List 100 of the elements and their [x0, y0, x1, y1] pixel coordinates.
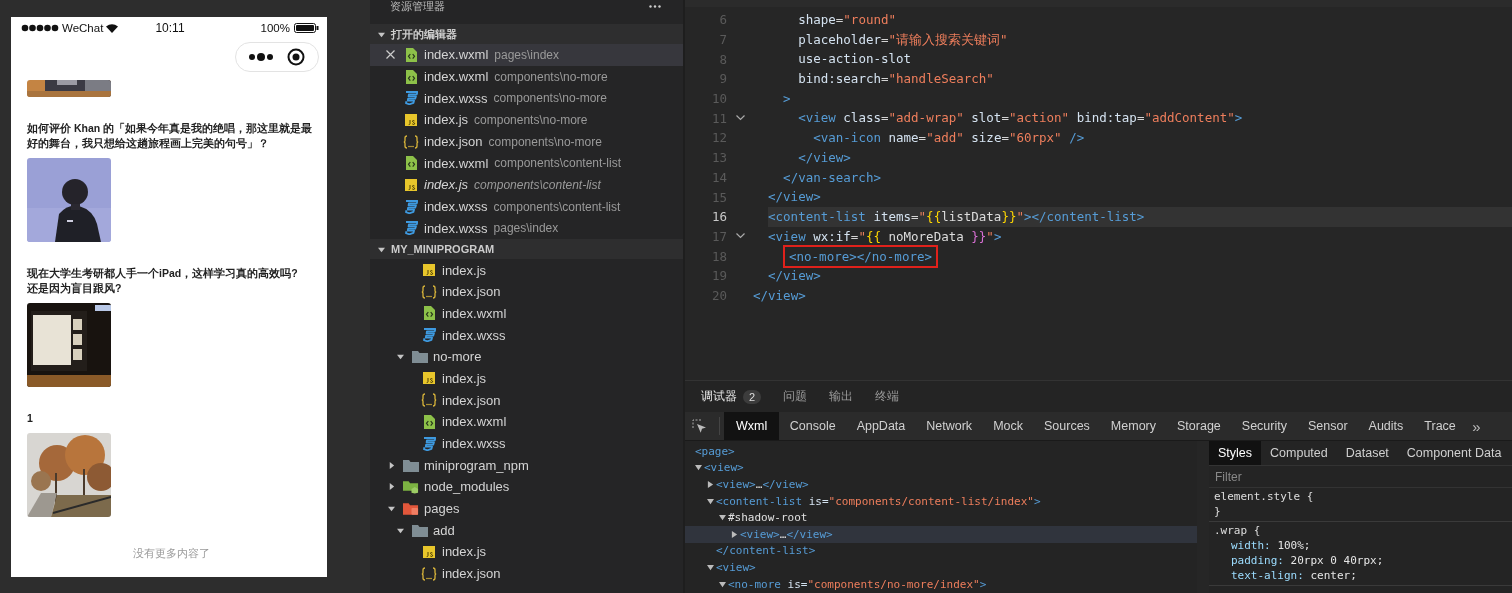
tool-tab[interactable]: Audits	[1358, 412, 1414, 440]
more-tabs-button[interactable]: »	[1472, 417, 1481, 435]
tree-item[interactable]: index.wxss	[370, 324, 683, 346]
tool-tab[interactable]: Console	[779, 412, 847, 440]
stylesheet-icon	[422, 436, 436, 451]
open-editor-item[interactable]: index.js components\no-more	[370, 109, 683, 131]
dom-node[interactable]: <page>	[695, 444, 735, 458]
styles-tab[interactable]: Component Data	[1397, 441, 1511, 465]
open-editor-item[interactable]: index.wxml pages\index	[370, 44, 683, 66]
braces-icon	[421, 284, 437, 299]
script-file-icon	[423, 372, 435, 385]
code-line: <van-icon name="add" size="60rpx" />	[813, 129, 1085, 148]
caret-down-icon	[397, 526, 404, 534]
script-file-icon	[423, 545, 435, 558]
open-editor-item[interactable]: index.wxss components\content-list	[370, 195, 683, 218]
caret-down-icon	[397, 353, 404, 361]
dom-node[interactable]: </content-list>	[716, 544, 816, 558]
tree-item[interactable]: node_modules	[370, 476, 683, 498]
open-editor-item[interactable]: index.js components\content-list	[370, 174, 683, 196]
panel-tab[interactable]: 调试器 2	[701, 388, 762, 405]
folder-icon	[403, 458, 419, 472]
dom-node[interactable]: #shadow-root	[728, 511, 808, 525]
signal-icon	[21, 24, 59, 32]
dom-node[interactable]: <content-list is="components/content-list/index">	[716, 494, 1041, 508]
caret-down-icon[interactable]	[707, 563, 714, 571]
caret-right-icon[interactable]	[731, 530, 738, 538]
code-line: <view class="add-wrap" slot="action" bind:tap="addContent">	[798, 109, 1243, 128]
code-line: bind:search="handleSearch"	[798, 70, 994, 89]
tree-item[interactable]: index.js	[370, 367, 683, 390]
caret-right-icon[interactable]	[707, 481, 714, 488]
styles-tab[interactable]: Styles	[1209, 441, 1262, 465]
caret-down-icon[interactable]	[719, 514, 726, 522]
script-file-icon	[423, 264, 435, 277]
tree-item[interactable]: add	[370, 519, 683, 542]
post-title[interactable]: 如何评价 Khan 的「如果今年真是我的绝唱，那这里就是最好的舞台，我只想给这趟旅程画上完美的句号」？	[27, 121, 315, 151]
inspect-icon[interactable]	[692, 418, 707, 434]
dom-node[interactable]: <view>…</view>	[740, 527, 833, 541]
tool-tab[interactable]: Wxml	[724, 412, 780, 440]
caret-down-icon[interactable]	[695, 464, 702, 472]
caret-down-icon[interactable]	[719, 580, 726, 588]
tree-item[interactable]: index.json	[370, 280, 683, 303]
panel-tab[interactable]: 输出	[829, 388, 854, 405]
braces-icon	[421, 566, 437, 581]
line-number: 16	[710, 209, 727, 225]
open-editor-item[interactable]: index.json components\no-more	[370, 130, 683, 153]
tree-item[interactable]: pages	[370, 497, 683, 520]
tool-tab[interactable]: Security	[1231, 412, 1298, 440]
code-line: use-action-slot	[798, 50, 912, 69]
tree-item[interactable]: no-more	[370, 345, 683, 368]
open-editor-item[interactable]: index.wxss components\no-more	[370, 87, 683, 110]
section-header[interactable]: 打开的编辑器	[370, 24, 683, 44]
tool-tab[interactable]: Memory	[1100, 412, 1167, 440]
caret-right-icon	[388, 483, 395, 491]
more-icon[interactable]	[249, 53, 273, 61]
css-selector: .wrap {	[1214, 523, 1262, 538]
caret-down-icon[interactable]	[707, 497, 714, 505]
tree-item[interactable]: index.wxml	[370, 302, 683, 325]
dom-node[interactable]: <view>	[704, 461, 744, 475]
tree-item[interactable]: index.json	[370, 562, 683, 585]
tree-item[interactable]: index.json	[370, 389, 683, 411]
caret-down-icon	[378, 245, 385, 253]
tree-item[interactable]: index.js	[370, 259, 683, 281]
tool-tab[interactable]: AppData	[846, 412, 916, 440]
panel-title: 资源管理器	[390, 0, 445, 12]
panel-tab[interactable]: 终端	[875, 388, 900, 405]
target-icon[interactable]	[287, 48, 305, 66]
battery-icon	[294, 23, 319, 33]
code-line: </view>	[768, 188, 821, 207]
tool-tab[interactable]: Mock	[982, 412, 1034, 440]
css-declaration: padding: 20rpx 0 40rpx;	[1230, 553, 1385, 568]
more-icon[interactable]	[649, 5, 661, 8]
tool-tab[interactable]: Network	[915, 412, 983, 440]
css-declaration: width: 100%;	[1230, 538, 1312, 553]
dom-node[interactable]: <view>…</view>	[716, 478, 809, 491]
caret-down-icon	[378, 30, 385, 38]
tree-item[interactable]: index.wxss	[370, 432, 683, 455]
tool-tab[interactable]: Storage	[1166, 412, 1232, 440]
tree-item[interactable]: index.wxml	[370, 411, 683, 433]
tool-tab[interactable]: Trace	[1413, 412, 1467, 440]
section-header[interactable]: MY_MINIPROGRAM	[370, 239, 683, 260]
tool-tab[interactable]: Sources	[1033, 412, 1101, 440]
post-title[interactable]: 1	[27, 411, 315, 426]
open-editor-item[interactable]: index.wxml components\no-more	[370, 65, 683, 88]
tool-tab[interactable]: Sensor	[1297, 412, 1359, 440]
panel-tab[interactable]: 问题	[783, 388, 808, 405]
tree-item[interactable]: miniprogram_npm	[370, 454, 683, 477]
open-editor-item[interactable]: index.wxml components\content-list	[370, 152, 683, 175]
script-file-icon	[405, 113, 417, 126]
close-icon[interactable]	[386, 50, 395, 60]
code-line: >	[783, 89, 791, 108]
dom-node[interactable]: <view>	[716, 560, 756, 574]
post-title[interactable]: 现在大学生考研都人手一个iPad，这样学习真的高效吗? 还是因为盲目跟风?	[27, 266, 315, 296]
tree-item[interactable]: index.js	[370, 541, 683, 563]
styles-tab[interactable]: Computed	[1261, 441, 1337, 465]
chevron-down-icon[interactable]	[735, 233, 745, 240]
open-editor-item[interactable]: index.wxss pages\index	[370, 217, 683, 240]
dom-node[interactable]: <no-more is="components/no-more/index">	[728, 577, 987, 591]
count-badge: 2	[743, 389, 762, 404]
styles-tab[interactable]: Dataset	[1336, 441, 1398, 465]
chevron-down-icon[interactable]	[735, 115, 745, 122]
